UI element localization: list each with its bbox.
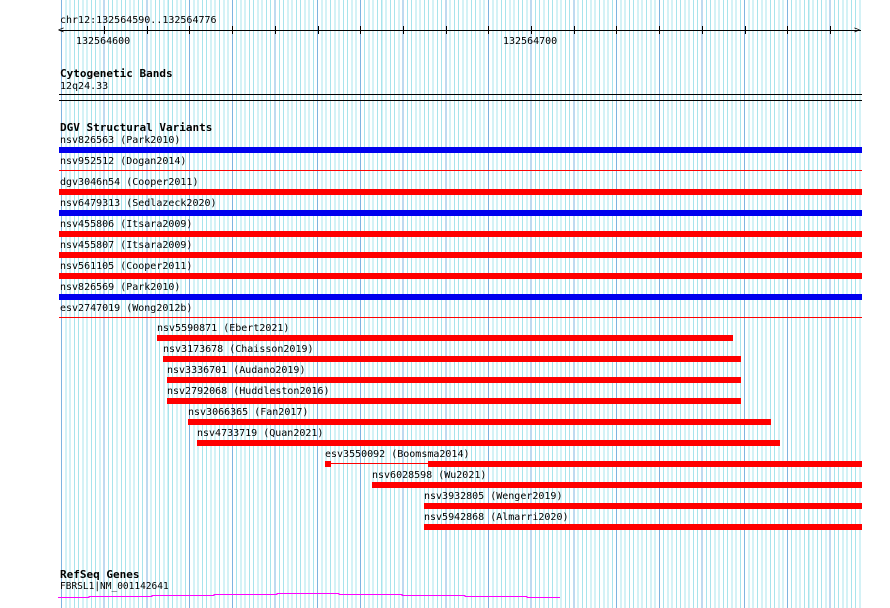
- gene-intron-line: [58, 593, 560, 598]
- gene-model[interactable]: [0, 0, 890, 608]
